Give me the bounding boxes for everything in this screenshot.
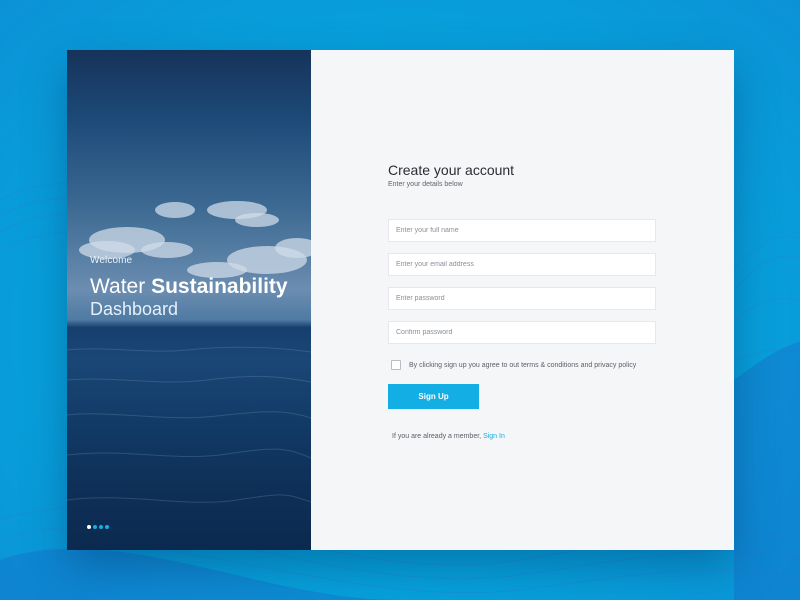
form-title: Create your account <box>388 162 515 178</box>
terms-agreement: By clicking sign up you agree to out ter… <box>391 360 636 370</box>
hero-panel: Welcome Water Sustainability Dashboard <box>67 50 311 550</box>
sign-in-link[interactable]: Sign In <box>483 433 505 440</box>
carousel-dot-2[interactable] <box>93 525 97 529</box>
confirm-password-input[interactable] <box>388 321 656 344</box>
member-text: If you are already a member, <box>392 433 482 440</box>
email-input[interactable] <box>388 253 656 276</box>
full-name-input[interactable] <box>388 219 656 242</box>
hero-subtitle: Dashboard <box>90 299 179 319</box>
password-input[interactable] <box>388 287 656 310</box>
terms-checkbox[interactable] <box>391 360 401 370</box>
carousel-dot-4[interactable] <box>105 525 109 529</box>
carousel-dot-1[interactable] <box>87 525 91 529</box>
signup-card: Welcome Water Sustainability Dashboard C… <box>67 50 734 550</box>
sign-up-button[interactable]: Sign Up <box>388 384 479 409</box>
hero-title-regular: Water <box>90 275 146 298</box>
welcome-label: Welcome <box>90 255 133 266</box>
signup-form-panel: Create your account Enter your details b… <box>311 50 734 550</box>
carousel-dots <box>87 525 109 529</box>
hero-title: Water Sustainability <box>90 276 288 298</box>
hero-title-bold: Sustainability <box>151 275 288 298</box>
terms-label: By clicking sign up you agree to out ter… <box>409 361 637 369</box>
sign-in-prompt: If you are already a member, Sign In <box>392 433 505 440</box>
form-subtitle: Enter your details below <box>388 181 463 188</box>
carousel-dot-3[interactable] <box>99 525 103 529</box>
